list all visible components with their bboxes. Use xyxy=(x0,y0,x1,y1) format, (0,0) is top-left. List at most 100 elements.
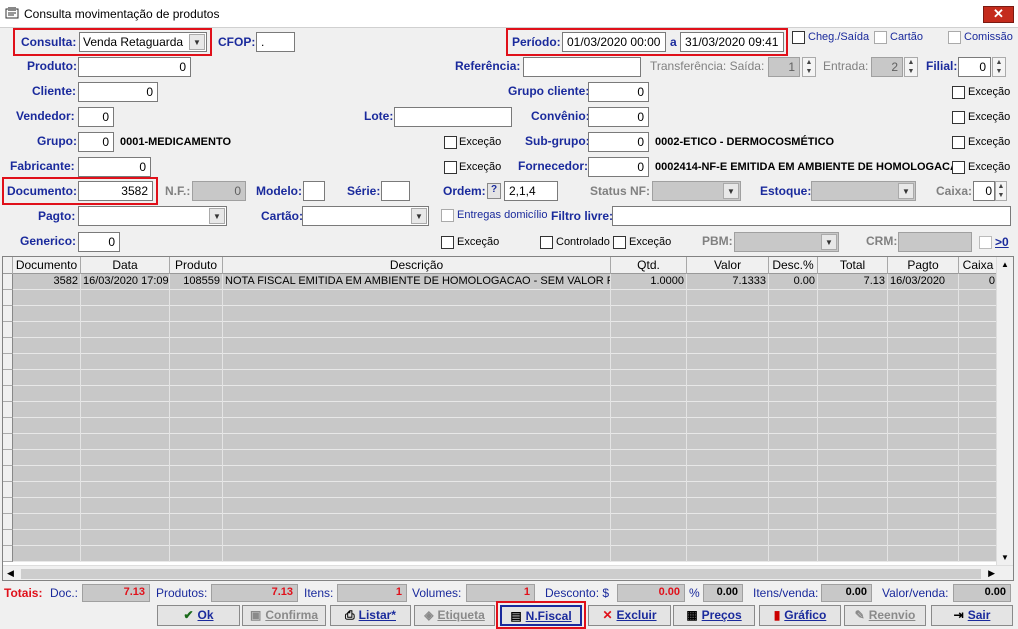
confirma-button[interactable]: ▣ Confirma xyxy=(242,605,326,626)
fabricante-field[interactable]: 0 xyxy=(78,157,151,177)
generico-field[interactable]: 0 xyxy=(78,232,120,252)
ok-button[interactable]: ✔ Ok xyxy=(157,605,240,626)
cheg-saida-checkbox[interactable] xyxy=(792,31,805,44)
documento-field[interactable]: 3582 xyxy=(78,181,153,201)
close-button[interactable]: ✕ xyxy=(983,6,1014,23)
lote-field[interactable] xyxy=(394,107,512,127)
col-header-documento[interactable]: Documento xyxy=(13,257,81,274)
col-header-caixa[interactable]: Caixa xyxy=(959,257,998,274)
table-row[interactable] xyxy=(13,290,998,306)
table-row[interactable] xyxy=(13,354,998,370)
caixa-field[interactable]: 0 xyxy=(973,181,995,201)
grafico-button[interactable]: ▮ Gráfico xyxy=(759,605,841,626)
excecao-fabricante-checkbox[interactable] xyxy=(444,161,457,174)
estoque-select[interactable]: ▼ xyxy=(811,181,916,201)
table-cell xyxy=(959,418,998,434)
col-header-valor[interactable]: Valor xyxy=(687,257,769,274)
vertical-scrollbar[interactable]: ▲ ▼ xyxy=(996,257,1013,565)
col-header-descricao[interactable]: Descrição xyxy=(223,257,611,274)
table-row[interactable] xyxy=(13,418,998,434)
produto-field[interactable]: 0 xyxy=(78,57,191,77)
referencia-field[interactable] xyxy=(523,57,641,77)
table-row[interactable] xyxy=(13,450,998,466)
grupo-cliente-field[interactable]: 0 xyxy=(588,82,649,102)
filtro-field[interactable] xyxy=(612,206,1011,226)
scroll-thumb[interactable] xyxy=(21,569,981,579)
table-row[interactable] xyxy=(13,322,998,338)
horizontal-scrollbar[interactable]: ◀ ▶ xyxy=(3,565,1013,580)
table-row[interactable] xyxy=(13,434,998,450)
table-row[interactable] xyxy=(13,482,998,498)
col-header-total[interactable]: Total xyxy=(818,257,888,274)
col-header-qtd[interactable]: Qtd. xyxy=(611,257,687,274)
table-row[interactable] xyxy=(13,402,998,418)
status-nf-select[interactable]: ▼ xyxy=(652,181,741,201)
periodo-to-field[interactable]: 31/03/2020 09:41 xyxy=(680,32,784,52)
etiqueta-button[interactable]: ◈ Etiqueta xyxy=(414,605,495,626)
listar-button[interactable]: ⎙ Listar* xyxy=(330,605,411,626)
grupo-field[interactable]: 0 xyxy=(78,132,114,152)
fornecedor-field[interactable]: 0 xyxy=(588,157,649,177)
table-row[interactable] xyxy=(13,466,998,482)
filial-spinner[interactable]: ▲ ▼ xyxy=(992,57,1006,77)
col-header-desc[interactable]: Desc.% xyxy=(769,257,818,274)
excecao-cliente-checkbox[interactable] xyxy=(952,86,965,99)
sair-button[interactable]: ⇥ Sair xyxy=(931,605,1013,626)
transf-saida-field[interactable]: 1 xyxy=(768,57,800,77)
subgrupo-field[interactable]: 0 xyxy=(588,132,649,152)
table-row[interactable] xyxy=(13,370,998,386)
excecao-controlado-checkbox[interactable] xyxy=(613,236,626,249)
consulta-select[interactable]: Venda Retaguarda ▼ xyxy=(79,32,207,52)
cartao-checkbox[interactable] xyxy=(874,31,887,44)
col-header-produto[interactable]: Produto xyxy=(170,257,223,274)
table-row[interactable] xyxy=(13,498,998,514)
serie-field[interactable] xyxy=(381,181,410,201)
table-cell xyxy=(81,498,170,514)
results-grid[interactable]: Documento Data Produto Descrição Qtd. Va… xyxy=(2,256,1014,581)
pbm-select[interactable]: ▼ xyxy=(734,232,839,252)
scroll-up-icon[interactable]: ▲ xyxy=(1001,260,1009,269)
modelo-field[interactable] xyxy=(303,181,325,201)
table-row[interactable] xyxy=(13,306,998,322)
reenvio-button[interactable]: ✎ Reenvio xyxy=(844,605,926,626)
caixa-spinner[interactable]: ▲ ▼ xyxy=(995,181,1007,201)
pagto-select[interactable]: ▼ xyxy=(78,206,227,226)
comissao-checkbox[interactable] xyxy=(948,31,961,44)
vendedor-field[interactable]: 0 xyxy=(78,107,114,127)
cartao-select[interactable]: ▼ xyxy=(302,206,429,226)
col-header-pagto[interactable]: Pagto xyxy=(888,257,959,274)
crm-field[interactable] xyxy=(898,232,972,252)
table-row[interactable] xyxy=(13,338,998,354)
precos-button[interactable]: ▦ Preços xyxy=(673,605,755,626)
filial-field[interactable]: 0 xyxy=(958,57,991,77)
entregas-checkbox[interactable] xyxy=(441,209,454,222)
controlado-checkbox[interactable] xyxy=(540,236,553,249)
excecao-generico-checkbox[interactable] xyxy=(441,236,454,249)
table-row[interactable] xyxy=(13,546,998,562)
excecao-convenio-checkbox[interactable] xyxy=(952,111,965,124)
ordem-field[interactable]: 2,1,4 xyxy=(504,181,558,201)
excecao-grupo-checkbox[interactable] xyxy=(444,136,457,149)
ordem-help-button[interactable]: ? xyxy=(487,183,501,199)
periodo-from-field[interactable]: 01/03/2020 00:00 xyxy=(562,32,666,52)
scroll-left-icon[interactable]: ◀ xyxy=(7,568,14,579)
table-row[interactable] xyxy=(13,514,998,530)
nf-field[interactable]: 0 xyxy=(192,181,246,201)
entrada-spinner[interactable]: ▲ ▼ xyxy=(904,57,918,77)
table-row[interactable] xyxy=(13,530,998,546)
col-header-data[interactable]: Data xyxy=(81,257,170,274)
excecao-fornecedor-checkbox[interactable] xyxy=(952,161,965,174)
excecao-subgrupo-checkbox[interactable] xyxy=(952,136,965,149)
entrada-field[interactable]: 2 xyxy=(871,57,903,77)
gt0-checkbox[interactable] xyxy=(979,236,992,249)
convenio-field[interactable]: 0 xyxy=(588,107,649,127)
excluir-button[interactable]: ✕ Excluir xyxy=(588,605,671,626)
cliente-field[interactable]: 0 xyxy=(78,82,158,102)
nfiscal-button[interactable]: ▤ N.Fiscal xyxy=(500,605,582,626)
table-row[interactable]: 3582 16/03/2020 17:09 108559 NOTA FISCAL EM… xyxy=(13,274,998,290)
scroll-right-icon[interactable]: ▶ xyxy=(988,568,995,579)
cfop-field[interactable]: . xyxy=(256,32,295,52)
scroll-down-icon[interactable]: ▼ xyxy=(1001,553,1009,562)
table-row[interactable] xyxy=(13,386,998,402)
transf-saida-spinner[interactable]: ▲ ▼ xyxy=(802,57,816,77)
